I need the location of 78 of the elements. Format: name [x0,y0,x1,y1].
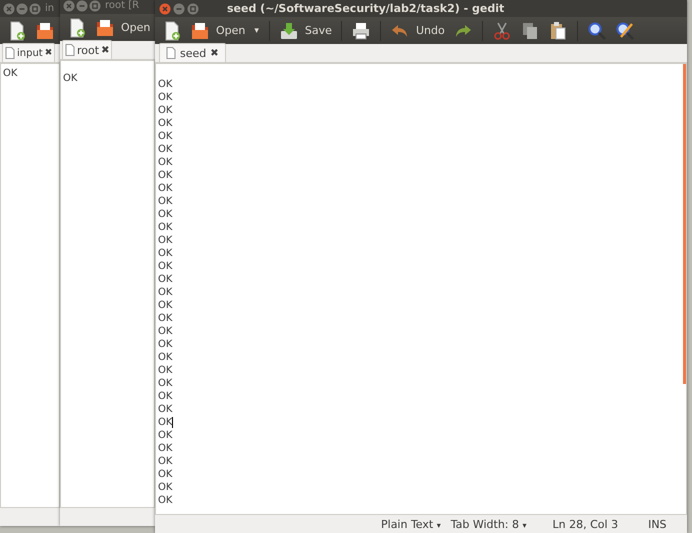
text-line: OK [63,73,78,84]
folder-icon [35,20,55,40]
text-line: OK [158,482,174,493]
cut-icon [492,20,512,40]
text-editor[interactable]: OK [0,63,60,508]
tab-close-button[interactable]: ✖ [210,48,219,58]
maximize-icon[interactable] [187,2,199,14]
undo-button[interactable]: Undo [386,18,448,42]
window-title: in [45,3,54,14]
folder-icon [95,18,115,38]
language-dropdown[interactable]: Plain Text ▾ [381,518,441,530]
text-line: OK [158,404,174,415]
text-line: OK [158,365,174,376]
insert-mode: INS [648,518,667,530]
print-icon [350,20,371,40]
text-line: OK [158,209,174,220]
text-editor[interactable]: OK [60,60,155,508]
window-title: root [R [105,0,140,11]
download-icon [278,20,299,40]
text-line: OK [158,118,174,129]
document-tab[interactable]: root ✖ [62,40,112,59]
text-line: OK [158,300,174,311]
scrollbar[interactable] [683,64,686,384]
text-line: OK [158,261,174,272]
text-line: OK [158,443,174,454]
text-line: OK [158,157,174,168]
tab-label: seed [180,46,206,60]
document-tab[interactable]: input ✖ [2,43,56,62]
text-line: OK [158,92,174,103]
find-replace-icon [614,20,635,40]
tab-label: root [77,44,100,56]
text-line: OK [158,378,174,389]
text-line: OK [158,79,174,90]
text-line: OK [158,222,174,233]
text-line: OK [158,144,174,155]
minimize-icon[interactable] [76,0,88,12]
close-icon[interactable] [3,2,15,14]
maximize-icon[interactable] [89,0,101,12]
text-line: OK [158,235,174,246]
text-line: OK [3,68,18,79]
cursor-position: Ln 28, Col 3 [552,518,618,530]
document-tab[interactable]: seed ✖ [159,43,226,62]
tab-width-dropdown[interactable]: Tab Width: 8 ▾ [450,518,527,530]
text-line: OK [158,183,174,194]
text-line: OK [158,352,174,363]
maximize-icon[interactable] [29,2,41,14]
document-icon [65,44,75,56]
close-icon[interactable] [159,2,171,14]
text-line: OK [158,105,174,116]
open-button[interactable]: Open [92,16,154,40]
dropdown-button[interactable]: ▾ [250,26,263,36]
text-line: OK [158,196,174,207]
document-icon [5,47,15,59]
tab-close-button[interactable]: ✖ [44,48,52,58]
window-title: seed (~/SoftwareSecurity/lab2/task2) - gedit [227,2,504,15]
text-line: OK [158,313,174,324]
text-line: OK [158,430,174,441]
folder-icon [190,20,210,40]
text-line: OK [158,274,174,285]
text-line: OK [158,391,174,402]
tab-close-button[interactable]: ✖ [101,44,110,56]
document-icon [166,47,176,59]
text-line: OK [158,248,174,259]
open-button[interactable]: Open [187,18,248,42]
text-line: OK [158,131,174,142]
minimize-icon[interactable] [173,2,185,14]
close-icon[interactable] [63,0,75,12]
minimize-icon[interactable] [16,2,28,14]
text-line: OK [158,170,174,181]
text-line: OK [158,339,174,350]
text-line: OK [158,495,174,506]
text-line: OK [158,287,174,298]
text-line: OK [158,456,174,467]
text-line: OK [158,326,174,337]
save-button[interactable]: Save [276,18,335,42]
text-line: OK [158,469,174,480]
search-icon [586,20,607,40]
tab-label: input [17,48,43,58]
